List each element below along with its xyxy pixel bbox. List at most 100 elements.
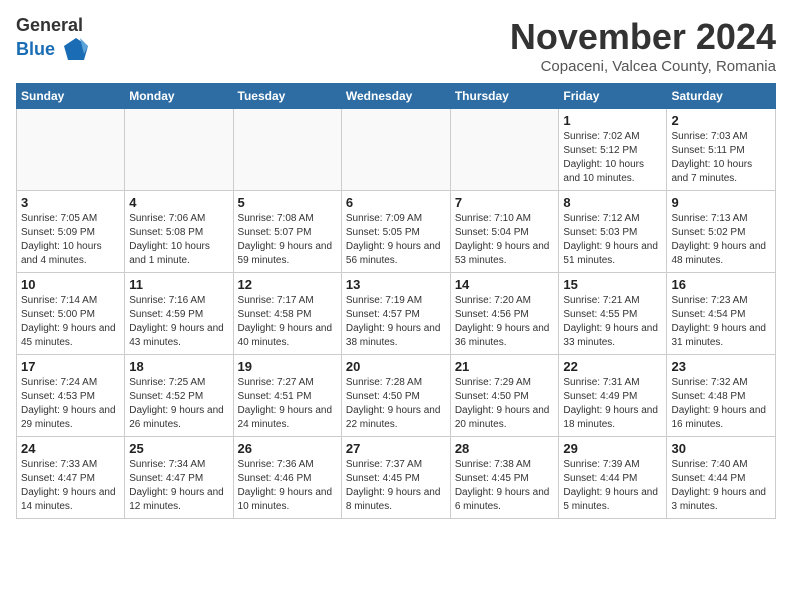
day-number: 8 bbox=[563, 195, 662, 210]
day-number: 11 bbox=[129, 277, 228, 292]
day-number: 23 bbox=[671, 359, 771, 374]
weekday-header-cell: Friday bbox=[559, 84, 667, 109]
calendar-cell bbox=[125, 109, 233, 191]
day-number: 13 bbox=[346, 277, 446, 292]
day-number: 1 bbox=[563, 113, 662, 128]
day-number: 5 bbox=[238, 195, 337, 210]
day-info: Sunrise: 7:34 AM Sunset: 4:47 PM Dayligh… bbox=[129, 458, 228, 514]
day-number: 26 bbox=[238, 441, 337, 456]
day-info: Sunrise: 7:36 AM Sunset: 4:46 PM Dayligh… bbox=[238, 458, 337, 514]
calendar-cell: 7 Sunrise: 7:10 AM Sunset: 5:04 PM Daylig… bbox=[450, 191, 559, 273]
calendar-cell: 18 Sunrise: 7:25 AM Sunset: 4:52 PM Dayli… bbox=[125, 355, 233, 437]
weekday-header-row: SundayMondayTuesdayWednesdayThursdayFrid… bbox=[17, 84, 776, 109]
calendar-table: SundayMondayTuesdayWednesdayThursdayFrid… bbox=[16, 83, 776, 519]
calendar-cell bbox=[233, 109, 341, 191]
calendar-cell: 3 Sunrise: 7:05 AM Sunset: 5:09 PM Daylig… bbox=[17, 191, 125, 273]
day-number: 18 bbox=[129, 359, 228, 374]
weekday-header-cell: Sunday bbox=[17, 84, 125, 109]
day-number: 16 bbox=[671, 277, 771, 292]
logo-general-text: General bbox=[16, 15, 83, 35]
day-number: 20 bbox=[346, 359, 446, 374]
day-info: Sunrise: 7:25 AM Sunset: 4:52 PM Dayligh… bbox=[129, 376, 228, 432]
weekday-header-cell: Wednesday bbox=[341, 84, 450, 109]
calendar-week-row: 17Sunrise: 7:24 AM Sunset: 4:53 PM Dayli… bbox=[17, 355, 776, 437]
calendar-cell: 21 Sunrise: 7:29 AM Sunset: 4:50 PM Dayli… bbox=[450, 355, 559, 437]
day-info: Sunrise: 7:40 AM Sunset: 4:44 PM Dayligh… bbox=[671, 458, 771, 514]
day-info: Sunrise: 7:03 AM Sunset: 5:11 PM Dayligh… bbox=[671, 130, 771, 186]
calendar-cell bbox=[450, 109, 559, 191]
day-info: Sunrise: 7:06 AM Sunset: 5:08 PM Dayligh… bbox=[129, 212, 228, 268]
calendar-title: November 2024 bbox=[510, 16, 776, 58]
logo: General Blue bbox=[16, 16, 90, 64]
calendar-week-row: 10Sunrise: 7:14 AM Sunset: 5:00 PM Dayli… bbox=[17, 273, 776, 355]
day-info: Sunrise: 7:21 AM Sunset: 4:55 PM Dayligh… bbox=[563, 294, 662, 350]
logo-blue-text: Blue bbox=[16, 39, 55, 59]
calendar-cell: 30 Sunrise: 7:40 AM Sunset: 4:44 PM Dayli… bbox=[667, 437, 776, 519]
day-number: 4 bbox=[129, 195, 228, 210]
calendar-cell bbox=[341, 109, 450, 191]
calendar-cell: 19 Sunrise: 7:27 AM Sunset: 4:51 PM Dayli… bbox=[233, 355, 341, 437]
calendar-cell: 13 Sunrise: 7:19 AM Sunset: 4:57 PM Dayli… bbox=[341, 273, 450, 355]
calendar-cell: 29Sunrise: 7:39 AM Sunset: 4:44 PM Dayli… bbox=[559, 437, 667, 519]
header: General Blue November 2024 Copaceni, Val… bbox=[16, 16, 776, 75]
day-number: 25 bbox=[129, 441, 228, 456]
day-number: 12 bbox=[238, 277, 337, 292]
day-info: Sunrise: 7:19 AM Sunset: 4:57 PM Dayligh… bbox=[346, 294, 446, 350]
day-info: Sunrise: 7:29 AM Sunset: 4:50 PM Dayligh… bbox=[455, 376, 555, 432]
day-number: 19 bbox=[238, 359, 337, 374]
day-info: Sunrise: 7:17 AM Sunset: 4:58 PM Dayligh… bbox=[238, 294, 337, 350]
calendar-cell: 24 Sunrise: 7:33 AM Sunset: 4:47 PM Dayli… bbox=[17, 437, 125, 519]
calendar-body: 1 Sunrise: 7:02 AM Sunset: 5:12 PM Daylig… bbox=[17, 109, 776, 519]
day-number: 9 bbox=[671, 195, 771, 210]
calendar-cell: 14 Sunrise: 7:20 AM Sunset: 4:56 PM Dayli… bbox=[450, 273, 559, 355]
day-info: Sunrise: 7:37 AM Sunset: 4:45 PM Dayligh… bbox=[346, 458, 446, 514]
day-info: Sunrise: 7:38 AM Sunset: 4:45 PM Dayligh… bbox=[455, 458, 555, 514]
day-info: Sunrise: 7:31 AM Sunset: 4:49 PM Dayligh… bbox=[563, 376, 662, 432]
calendar-week-row: 24 Sunrise: 7:33 AM Sunset: 4:47 PM Dayli… bbox=[17, 437, 776, 519]
weekday-header-cell: Saturday bbox=[667, 84, 776, 109]
day-number: 21 bbox=[455, 359, 555, 374]
calendar-cell: 23 Sunrise: 7:32 AM Sunset: 4:48 PM Dayli… bbox=[667, 355, 776, 437]
day-number: 28 bbox=[455, 441, 555, 456]
calendar-cell: 10Sunrise: 7:14 AM Sunset: 5:00 PM Dayli… bbox=[17, 273, 125, 355]
calendar-cell: 11 Sunrise: 7:16 AM Sunset: 4:59 PM Dayli… bbox=[125, 273, 233, 355]
calendar-cell: 20Sunrise: 7:28 AM Sunset: 4:50 PM Dayli… bbox=[341, 355, 450, 437]
calendar-cell: 2 Sunrise: 7:03 AM Sunset: 5:11 PM Daylig… bbox=[667, 109, 776, 191]
day-info: Sunrise: 7:02 AM Sunset: 5:12 PM Dayligh… bbox=[563, 130, 662, 186]
day-number: 7 bbox=[455, 195, 555, 210]
calendar-cell: 25 Sunrise: 7:34 AM Sunset: 4:47 PM Dayli… bbox=[125, 437, 233, 519]
day-info: Sunrise: 7:33 AM Sunset: 4:47 PM Dayligh… bbox=[21, 458, 120, 514]
calendar-subtitle: Copaceni, Valcea County, Romania bbox=[510, 58, 776, 75]
day-info: Sunrise: 7:32 AM Sunset: 4:48 PM Dayligh… bbox=[671, 376, 771, 432]
day-number: 29 bbox=[563, 441, 662, 456]
calendar-cell: 26 Sunrise: 7:36 AM Sunset: 4:46 PM Dayli… bbox=[233, 437, 341, 519]
weekday-header-cell: Monday bbox=[125, 84, 233, 109]
day-info: Sunrise: 7:10 AM Sunset: 5:04 PM Dayligh… bbox=[455, 212, 555, 268]
day-info: Sunrise: 7:27 AM Sunset: 4:51 PM Dayligh… bbox=[238, 376, 337, 432]
calendar-cell: 8 Sunrise: 7:12 AM Sunset: 5:03 PM Daylig… bbox=[559, 191, 667, 273]
calendar-cell: 6Sunrise: 7:09 AM Sunset: 5:05 PM Daylig… bbox=[341, 191, 450, 273]
day-info: Sunrise: 7:05 AM Sunset: 5:09 PM Dayligh… bbox=[21, 212, 120, 268]
logo-icon bbox=[62, 36, 90, 64]
calendar-cell: 16Sunrise: 7:23 AM Sunset: 4:54 PM Dayli… bbox=[667, 273, 776, 355]
day-number: 17 bbox=[21, 359, 120, 374]
day-info: Sunrise: 7:16 AM Sunset: 4:59 PM Dayligh… bbox=[129, 294, 228, 350]
day-number: 24 bbox=[21, 441, 120, 456]
day-number: 2 bbox=[671, 113, 771, 128]
day-number: 22 bbox=[563, 359, 662, 374]
calendar-cell: 4 Sunrise: 7:06 AM Sunset: 5:08 PM Daylig… bbox=[125, 191, 233, 273]
day-number: 14 bbox=[455, 277, 555, 292]
day-info: Sunrise: 7:12 AM Sunset: 5:03 PM Dayligh… bbox=[563, 212, 662, 268]
day-number: 27 bbox=[346, 441, 446, 456]
day-info: Sunrise: 7:13 AM Sunset: 5:02 PM Dayligh… bbox=[671, 212, 771, 268]
calendar-week-row: 3 Sunrise: 7:05 AM Sunset: 5:09 PM Daylig… bbox=[17, 191, 776, 273]
day-number: 15 bbox=[563, 277, 662, 292]
calendar-cell: 1 Sunrise: 7:02 AM Sunset: 5:12 PM Daylig… bbox=[559, 109, 667, 191]
day-number: 30 bbox=[671, 441, 771, 456]
title-section: November 2024 Copaceni, Valcea County, R… bbox=[510, 16, 776, 75]
calendar-cell: 9 Sunrise: 7:13 AM Sunset: 5:02 PM Daylig… bbox=[667, 191, 776, 273]
day-number: 3 bbox=[21, 195, 120, 210]
day-info: Sunrise: 7:20 AM Sunset: 4:56 PM Dayligh… bbox=[455, 294, 555, 350]
calendar-cell bbox=[17, 109, 125, 191]
calendar-cell: 27 Sunrise: 7:37 AM Sunset: 4:45 PM Dayli… bbox=[341, 437, 450, 519]
